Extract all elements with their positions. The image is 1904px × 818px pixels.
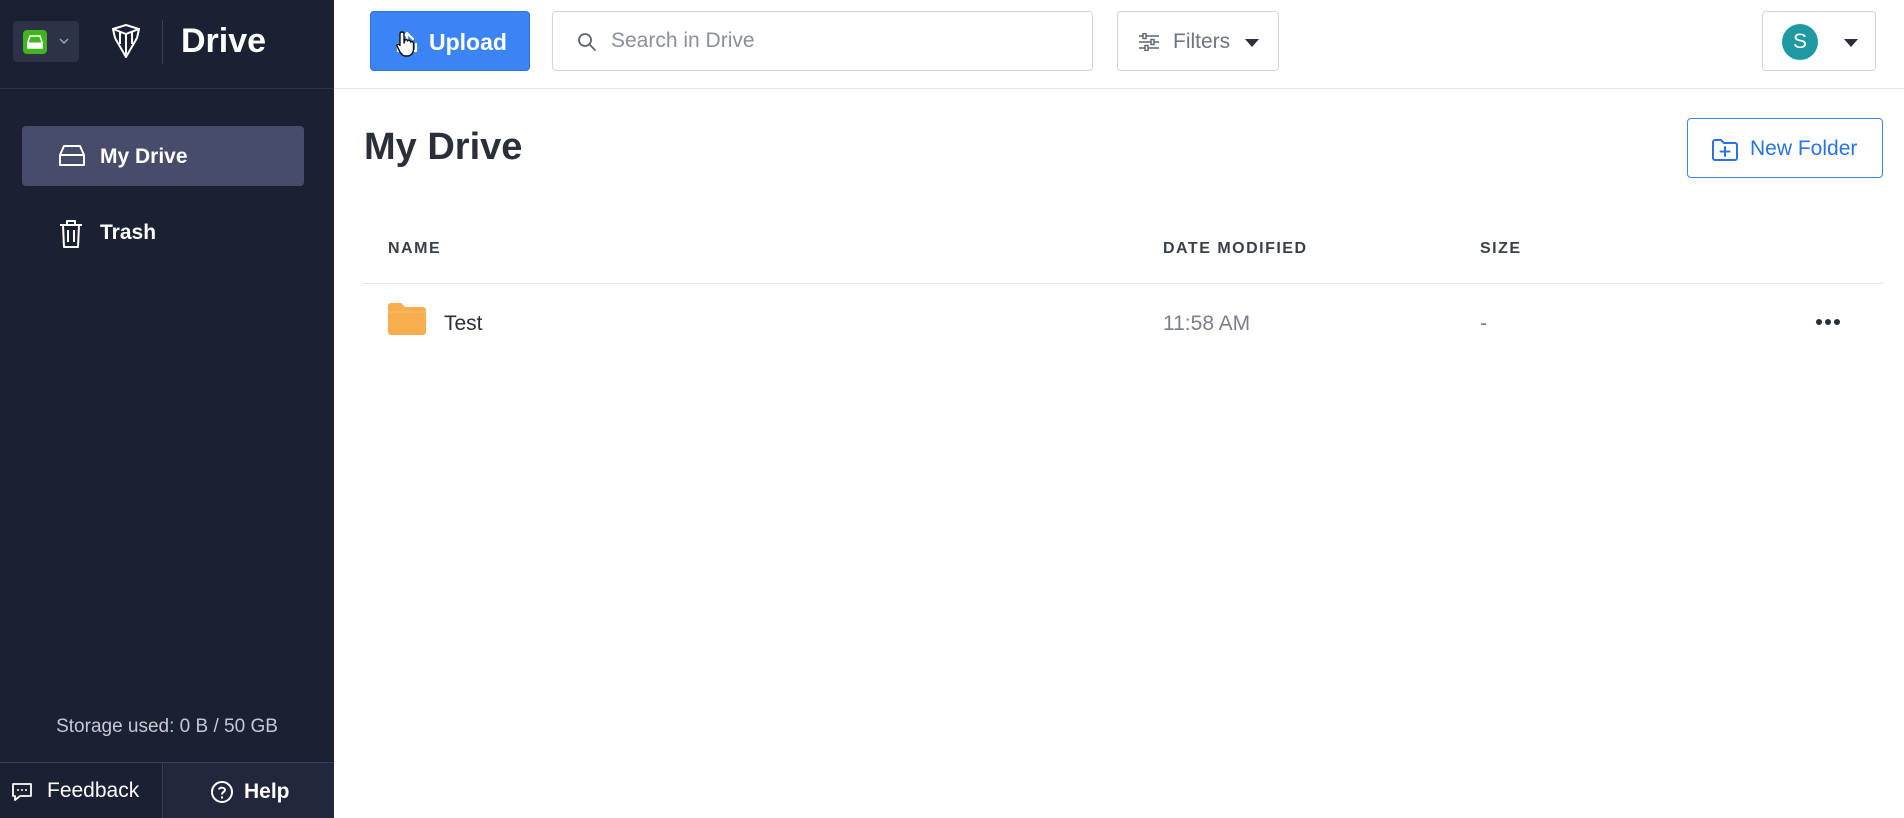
- filters-dropdown[interactable]: Filters: [1117, 11, 1279, 71]
- search-input[interactable]: [611, 26, 1071, 56]
- column-header-date-modified[interactable]: DATE MODIFIED: [1163, 240, 1308, 258]
- upload-label: Upload: [429, 29, 507, 55]
- new-folder-button[interactable]: New Folder: [1687, 118, 1883, 178]
- caret-down-icon: [1245, 39, 1259, 47]
- sidebar-item-label: Trash: [100, 221, 157, 244]
- search-box[interactable]: [552, 11, 1093, 71]
- chevron-down-icon: [59, 38, 69, 45]
- trash-icon: [60, 220, 82, 248]
- help-icon: [211, 781, 233, 803]
- page-title: My Drive: [364, 126, 523, 168]
- table-row[interactable]: Test 11:58 AM -: [363, 285, 1883, 361]
- app-root: Drive My Drive Trash Storage used: 0 B /…: [0, 0, 1904, 818]
- folder-plus-icon: [1712, 139, 1738, 161]
- help-label: Help: [244, 780, 290, 803]
- brand-header: Drive: [0, 0, 334, 89]
- drive-icon: [59, 145, 85, 166]
- feedback-label: Feedback: [47, 779, 140, 802]
- file-name[interactable]: Test: [444, 312, 483, 336]
- hand-cursor-icon: [396, 31, 415, 57]
- sliders-icon: [1139, 33, 1159, 51]
- sidebar-item-label: My Drive: [100, 145, 188, 168]
- logo-icon: [111, 24, 141, 58]
- filters-label: Filters: [1173, 30, 1231, 53]
- sidebar-item-my-drive[interactable]: My Drive: [22, 126, 304, 186]
- new-folder-label: New Folder: [1750, 137, 1858, 160]
- file-date-modified: 11:58 AM: [1163, 312, 1251, 335]
- account-menu-button[interactable]: S: [1762, 11, 1876, 71]
- feedback-button[interactable]: Feedback: [0, 763, 163, 818]
- file-size: -: [1480, 312, 1487, 335]
- caret-down-icon: [1844, 39, 1858, 47]
- avatar: S: [1782, 24, 1818, 60]
- sidebar-footer: Feedback Help: [0, 762, 334, 818]
- folder-icon: [388, 303, 426, 335]
- storage-usage: Storage used: 0 B / 50 GB: [56, 716, 278, 737]
- drive-app-icon: [23, 30, 47, 54]
- top-toolbar: Upload Filters S: [334, 0, 1904, 89]
- upload-button[interactable]: Upload: [370, 11, 530, 71]
- sidebar-item-trash[interactable]: Trash: [22, 202, 304, 262]
- help-button[interactable]: Help: [164, 763, 334, 818]
- brand-divider: [162, 20, 163, 64]
- more-options-icon[interactable]: [1811, 307, 1845, 337]
- app-title: Drive: [181, 22, 267, 60]
- column-header-size[interactable]: SIZE: [1480, 240, 1522, 258]
- app-switcher-button[interactable]: [13, 21, 79, 62]
- feedback-icon: [12, 783, 32, 801]
- file-table-header: NAME DATE MODIFIED SIZE: [363, 222, 1883, 284]
- search-icon: [578, 33, 596, 51]
- sidebar: Drive My Drive Trash Storage used: 0 B /…: [0, 0, 334, 818]
- column-header-name[interactable]: NAME: [388, 240, 441, 258]
